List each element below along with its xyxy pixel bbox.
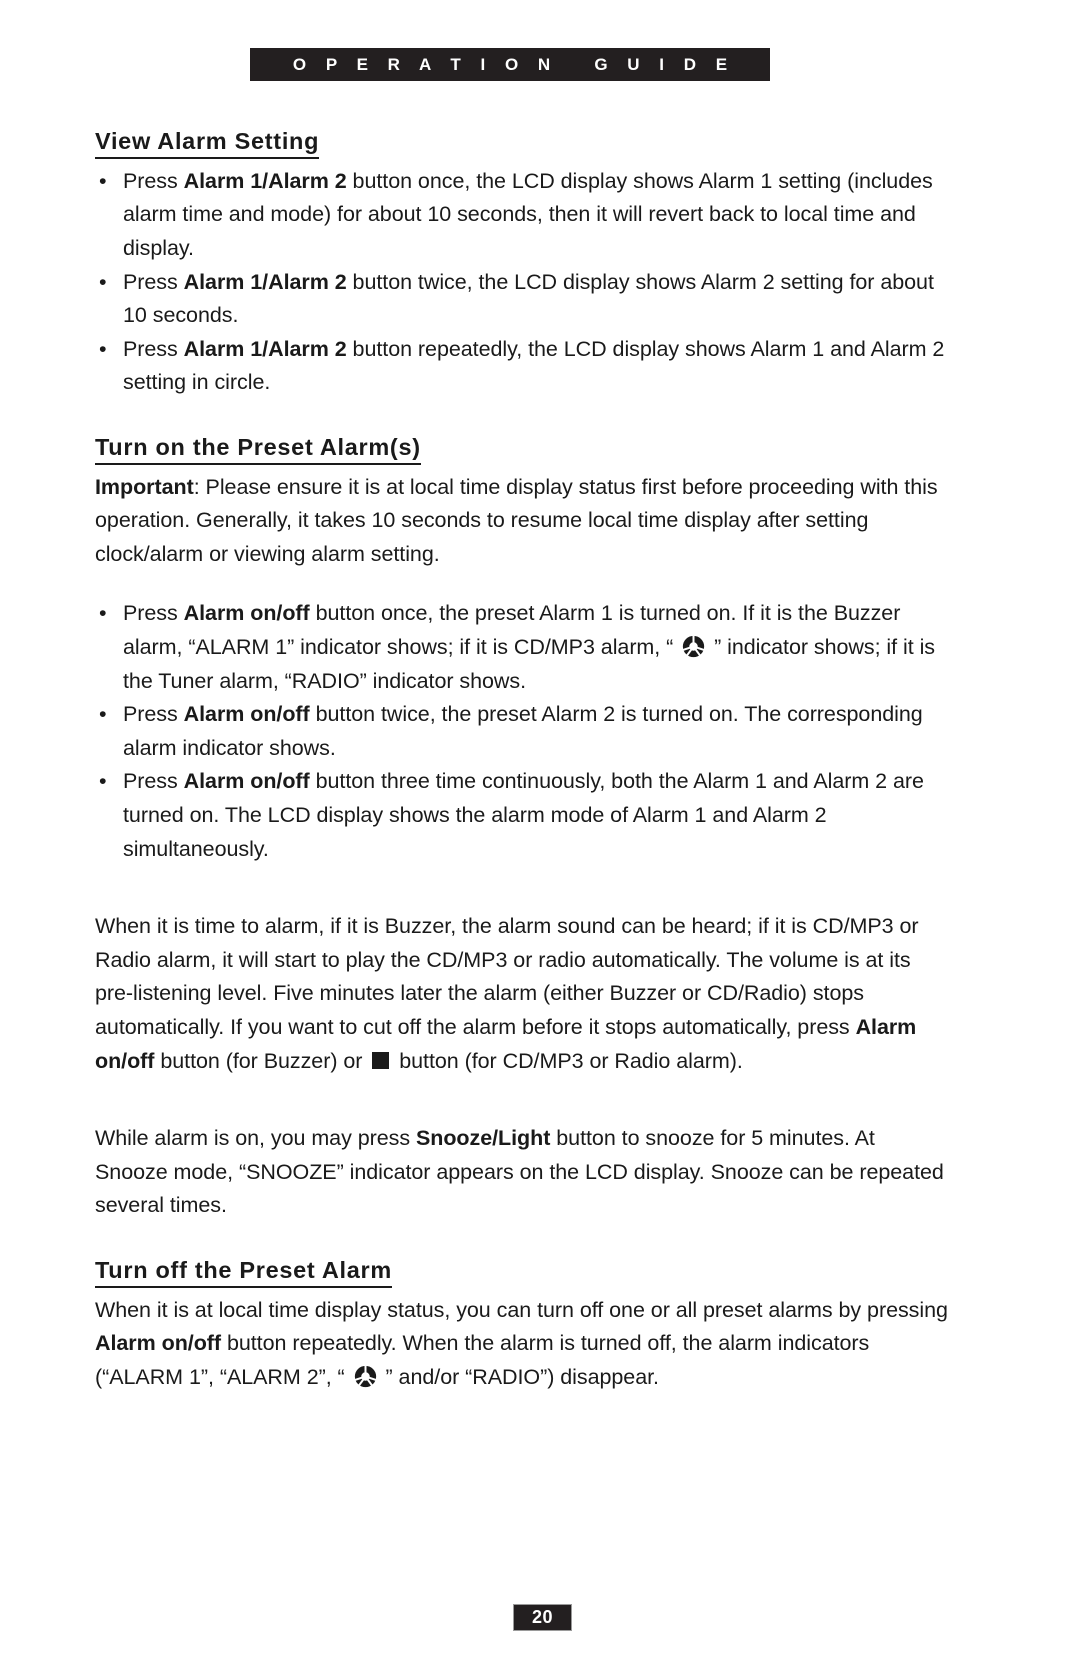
bullet-text-bold: Alarm on/off	[183, 601, 310, 626]
section-turn-off-preset-alarm: Turn off the Preset Alarm	[95, 1257, 950, 1294]
bullet-text-bold: Alarm 1/Alarm 2	[183, 269, 347, 294]
list-item: • Press Alarm 1/Alarm 2 button repeatedly…	[95, 333, 950, 400]
list-item: • Press Alarm 1/Alarm 2 button once, the …	[95, 165, 950, 266]
snooze-text-part1: While alarm is on, you may press	[95, 1126, 416, 1151]
document-page: O P E R A T I O N G U I D E View Alarm S…	[0, 0, 1080, 1669]
bullet-text-prefix: Press	[123, 168, 184, 193]
stop-square-icon	[372, 1051, 390, 1069]
bullet-list-turn-on-preset-alarms: • Press Alarm on/off button once, the pre…	[95, 597, 950, 866]
bullet-text-prefix: Press	[123, 702, 184, 727]
bullet-list-view-alarm-setting: • Press Alarm 1/Alarm 2 button once, the …	[95, 165, 950, 400]
bullet-text-bold: Alarm on/off	[183, 702, 310, 727]
important-text: : Please ensure it is at local time disp…	[95, 474, 938, 566]
bullet-dot-icon: •	[99, 168, 107, 193]
header-band-label: O P E R A T I O N G U I D E	[292, 54, 735, 74]
bullet-dot-icon: •	[99, 769, 107, 794]
alarm-sound-text-part2: button (for Buzzer) or	[154, 1048, 369, 1073]
alarm-sound-text-part1: When it is time to alarm, if it is Buzze…	[95, 914, 919, 1039]
bullet-text-prefix: Press	[123, 269, 184, 294]
bullet-text-bold: Alarm 1/Alarm 2	[183, 336, 347, 361]
section-view-alarm-setting: View Alarm Setting	[95, 128, 950, 165]
turn-off-bold: Alarm on/off	[95, 1331, 222, 1356]
alarm-sound-paragraph: When it is time to alarm, if it is Buzze…	[95, 910, 950, 1078]
bullet-text-prefix: Press	[123, 769, 184, 794]
page-number-badge: 20	[513, 1604, 572, 1631]
list-item: • Press Alarm 1/Alarm 2 button twice, the…	[95, 266, 950, 333]
bullet-dot-icon: •	[99, 336, 107, 361]
page-number-label: 20	[531, 1607, 554, 1627]
turn-off-text-part1: When it is at local time display status,…	[95, 1297, 948, 1322]
snooze-bold: Snooze/Light	[415, 1126, 551, 1151]
bullet-text-prefix: Press	[123, 336, 184, 361]
bullet-text-bold: Alarm 1/Alarm 2	[183, 168, 347, 193]
turn-off-paragraph: When it is at local time display status,…	[95, 1294, 950, 1395]
turn-off-text-part3: ” and/or “RADIO”) disappear.	[379, 1364, 659, 1389]
heading-view-alarm-setting: View Alarm Setting	[95, 128, 320, 159]
bullet-dot-icon: •	[99, 269, 107, 294]
bullet-text-bold: Alarm on/off	[183, 769, 310, 794]
snooze-paragraph: While alarm is on, you may press Snooze/…	[95, 1122, 950, 1223]
alarm-sound-text-part3: button (for CD/MP3 or Radio alarm).	[393, 1048, 743, 1073]
list-item: • Press Alarm on/off button twice, the pr…	[95, 698, 950, 765]
list-item: • Press Alarm on/off button three time co…	[95, 765, 950, 866]
bullet-dot-icon: •	[99, 601, 107, 626]
important-label: Important	[95, 474, 194, 499]
section-turn-on-preset-alarms: Turn on the Preset Alarm(s)	[95, 434, 950, 471]
operation-guide-header-band: O P E R A T I O N G U I D E	[250, 48, 770, 81]
page-content: View Alarm Setting • Press Alarm 1/Alarm …	[95, 128, 950, 1394]
important-note-paragraph: Important: Please ensure it is at local …	[95, 471, 950, 572]
disc-icon	[682, 635, 705, 658]
disc-icon	[354, 1365, 377, 1388]
bullet-dot-icon: •	[99, 702, 107, 727]
bullet-text-prefix: Press	[123, 601, 184, 626]
heading-turn-on-preset-alarms: Turn on the Preset Alarm(s)	[95, 434, 421, 465]
heading-turn-off-preset-alarm: Turn off the Preset Alarm	[95, 1257, 392, 1288]
list-item: • Press Alarm on/off button once, the pre…	[95, 597, 950, 698]
